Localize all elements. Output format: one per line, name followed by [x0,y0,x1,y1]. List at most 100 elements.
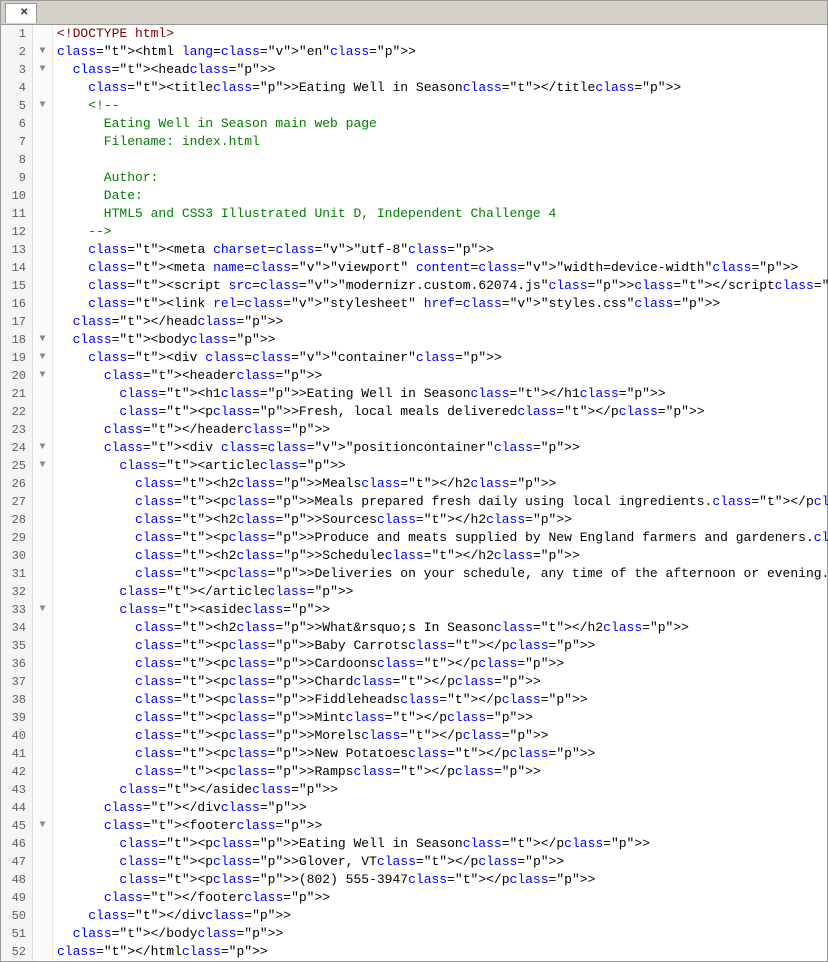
gutter-indicator[interactable]: ▼ [33,349,52,367]
line-number: 40 [1,727,32,745]
line-number: 5 [1,97,32,115]
gutter-indicator [33,241,52,259]
code-line[interactable]: class="t"><pclass="p">>Deliveries on you… [57,565,828,583]
gutter-indicator [33,313,52,331]
line-number: 37 [1,673,32,691]
code-line[interactable]: Author: [57,169,828,187]
gutter-indicator [33,745,52,763]
code-line[interactable]: class="t"><script src=class="v">"moderni… [57,277,828,295]
code-line[interactable]: class="t"><meta charset=class="v">"utf-8… [57,241,828,259]
code-line[interactable]: class="t"><pclass="p">>Chardclass="t"></… [57,673,828,691]
editor-body: 1234567891011121314151617181920212223242… [1,25,827,961]
gutter-indicator[interactable]: ▼ [33,43,52,61]
code-line[interactable]: class="t"><titleclass="p">>Eating Well i… [57,79,828,97]
code-line[interactable]: class="t"><link rel=class="v">"styleshee… [57,295,828,313]
code-line[interactable]: Filename: index.html [57,133,828,151]
code-line[interactable]: class="t"><h2class="p">>Sourcesclass="t"… [57,511,828,529]
code-line[interactable]: class="t"><div class=class="v">"position… [57,439,828,457]
code-line[interactable]: class="t"><headclass="p">> [57,61,828,79]
editor-window: ✕ 12345678910111213141516171819202122232… [0,0,828,962]
code-line[interactable]: class="t"><pclass="p">>Morelsclass="t"><… [57,727,828,745]
code-line[interactable]: class="t"><html lang=class="v">"en"class… [57,43,828,61]
code-line[interactable]: class="t"></bodyclass="p">> [57,925,828,943]
code-line[interactable]: <!-- [57,97,828,115]
line-number: 47 [1,853,32,871]
code-line[interactable]: class="t"><pclass="p">>New Potatoesclass… [57,745,828,763]
gutter-indicator [33,205,52,223]
line-number: 21 [1,385,32,403]
code-line[interactable] [57,151,828,169]
code-line[interactable]: class="t"></asideclass="p">> [57,781,828,799]
code-line[interactable]: class="t"><pclass="p">>Cardoonsclass="t"… [57,655,828,673]
line-number: 19 [1,349,32,367]
code-line[interactable]: class="t"></divclass="p">> [57,799,828,817]
code-line[interactable]: class="t"><h2class="p">>Mealsclass="t"><… [57,475,828,493]
line-number: 10 [1,187,32,205]
line-number: 9 [1,169,32,187]
code-line[interactable]: class="t"></footerclass="p">> [57,889,828,907]
gutter-indicator [33,655,52,673]
code-line[interactable]: HTML5 and CSS3 Illustrated Unit D, Indep… [57,205,828,223]
gutter-indicator [33,79,52,97]
line-number: 31 [1,565,32,583]
gutter-column: ▼▼▼▼▼▼▼▼▼▼ [33,25,53,961]
gutter-indicator[interactable]: ▼ [33,367,52,385]
gutter-indicator[interactable]: ▼ [33,439,52,457]
code-line[interactable]: class="t"><div class=class="v">"containe… [57,349,828,367]
line-number: 24 [1,439,32,457]
code-line[interactable]: class="t"></divclass="p">> [57,907,828,925]
gutter-indicator [33,763,52,781]
code-line[interactable]: class="t"><articleclass="p">> [57,457,828,475]
line-number: 48 [1,871,32,889]
line-number: 36 [1,655,32,673]
gutter-indicator[interactable]: ▼ [33,97,52,115]
gutter-indicator[interactable]: ▼ [33,601,52,619]
gutter-indicator [33,277,52,295]
gutter-indicator[interactable]: ▼ [33,61,52,79]
code-line[interactable]: class="t"><h2class="p">>What&rsquo;s In … [57,619,828,637]
code-line[interactable]: class="t"><pclass="p">>Mintclass="t"></p… [57,709,828,727]
code-line[interactable]: class="t"><pclass="p">>(802) 555-3947cla… [57,871,828,889]
title-bar: ✕ [1,1,827,25]
code-line[interactable]: class="t"><pclass="p">>Fiddleheadsclass=… [57,691,828,709]
code-line[interactable]: Date: [57,187,828,205]
code-line[interactable]: class="t"><pclass="p">>Rampsclass="t"></… [57,763,828,781]
code-line[interactable]: class="t"><footerclass="p">> [57,817,828,835]
line-number: 51 [1,925,32,943]
code-line[interactable]: class="t"><pclass="p">>Meals prepared fr… [57,493,828,511]
code-line[interactable]: class="t"><pclass="p">>Glover, VTclass="… [57,853,828,871]
line-number: 26 [1,475,32,493]
gutter-indicator [33,673,52,691]
code-line[interactable]: --> [57,223,828,241]
code-line[interactable]: class="t"><pclass="p">>Baby Carrotsclass… [57,637,828,655]
gutter-indicator[interactable]: ▼ [33,457,52,475]
tab-close-button[interactable]: ✕ [20,7,28,19]
gutter-indicator [33,259,52,277]
code-line[interactable]: class="t"><meta name=class="v">"viewport… [57,259,828,277]
gutter-indicator [33,781,52,799]
gutter-indicator [33,511,52,529]
code-line[interactable]: class="t"><bodyclass="p">> [57,331,828,349]
code-line[interactable]: class="t"></htmlclass="p">> [57,943,828,961]
gutter-indicator[interactable]: ▼ [33,331,52,349]
code-line[interactable]: class="t"></headerclass="p">> [57,421,828,439]
file-tab[interactable]: ✕ [5,3,37,23]
line-number: 6 [1,115,32,133]
code-line[interactable]: class="t"><headerclass="p">> [57,367,828,385]
code-line[interactable]: class="t"><pclass="p">>Fresh, local meal… [57,403,828,421]
code-line[interactable]: class="t"><asideclass="p">> [57,601,828,619]
code-line[interactable]: Eating Well in Season main web page [57,115,828,133]
gutter-indicator[interactable]: ▼ [33,817,52,835]
code-line[interactable]: <!DOCTYPE html> [57,25,828,43]
code-line[interactable]: class="t"></headclass="p">> [57,313,828,331]
code-line[interactable]: class="t"></articleclass="p">> [57,583,828,601]
code-column[interactable]: <!DOCTYPE html>class="t"><html lang=clas… [53,25,828,961]
code-line[interactable]: class="t"><pclass="p">>Produce and meats… [57,529,828,547]
line-number: 13 [1,241,32,259]
code-line[interactable]: class="t"><h1class="p">>Eating Well in S… [57,385,828,403]
line-number: 15 [1,277,32,295]
line-number: 11 [1,205,32,223]
line-number: 35 [1,637,32,655]
code-line[interactable]: class="t"><pclass="p">>Eating Well in Se… [57,835,828,853]
code-line[interactable]: class="t"><h2class="p">>Scheduleclass="t… [57,547,828,565]
